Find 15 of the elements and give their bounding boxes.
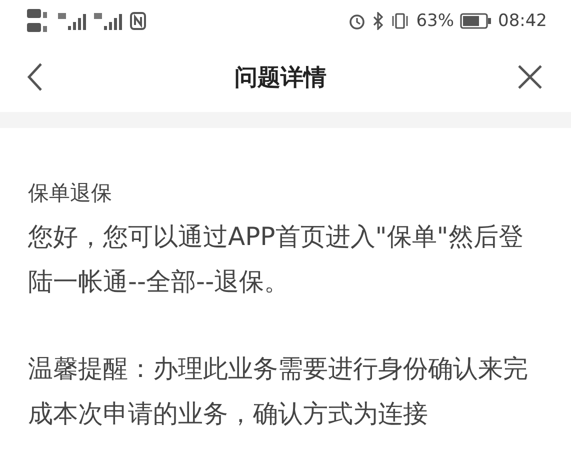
page-title: 问题详情	[234, 64, 326, 92]
article-title: 保单退保	[28, 180, 113, 207]
close-icon[interactable]	[517, 64, 543, 90]
back-icon[interactable]	[26, 62, 44, 92]
paragraph: 您好，您可以通过APP首页进入"保单"然后登陆一帐通--全部--退保。	[28, 221, 524, 298]
battery-percent: 63%	[416, 11, 454, 31]
alarm-icon	[348, 12, 366, 30]
battery-icon	[460, 13, 492, 29]
nfc-icon	[130, 12, 146, 30]
signal-icon	[94, 11, 124, 31]
vibrate-icon	[390, 12, 410, 30]
signal-icon	[58, 11, 88, 31]
clock-time: 08:42	[498, 11, 547, 31]
paragraph: 温馨提醒：办理此业务需要进行身份确认来完成本次申请的业务，确认方式为连接	[28, 353, 529, 430]
bluetooth-icon	[372, 12, 384, 30]
